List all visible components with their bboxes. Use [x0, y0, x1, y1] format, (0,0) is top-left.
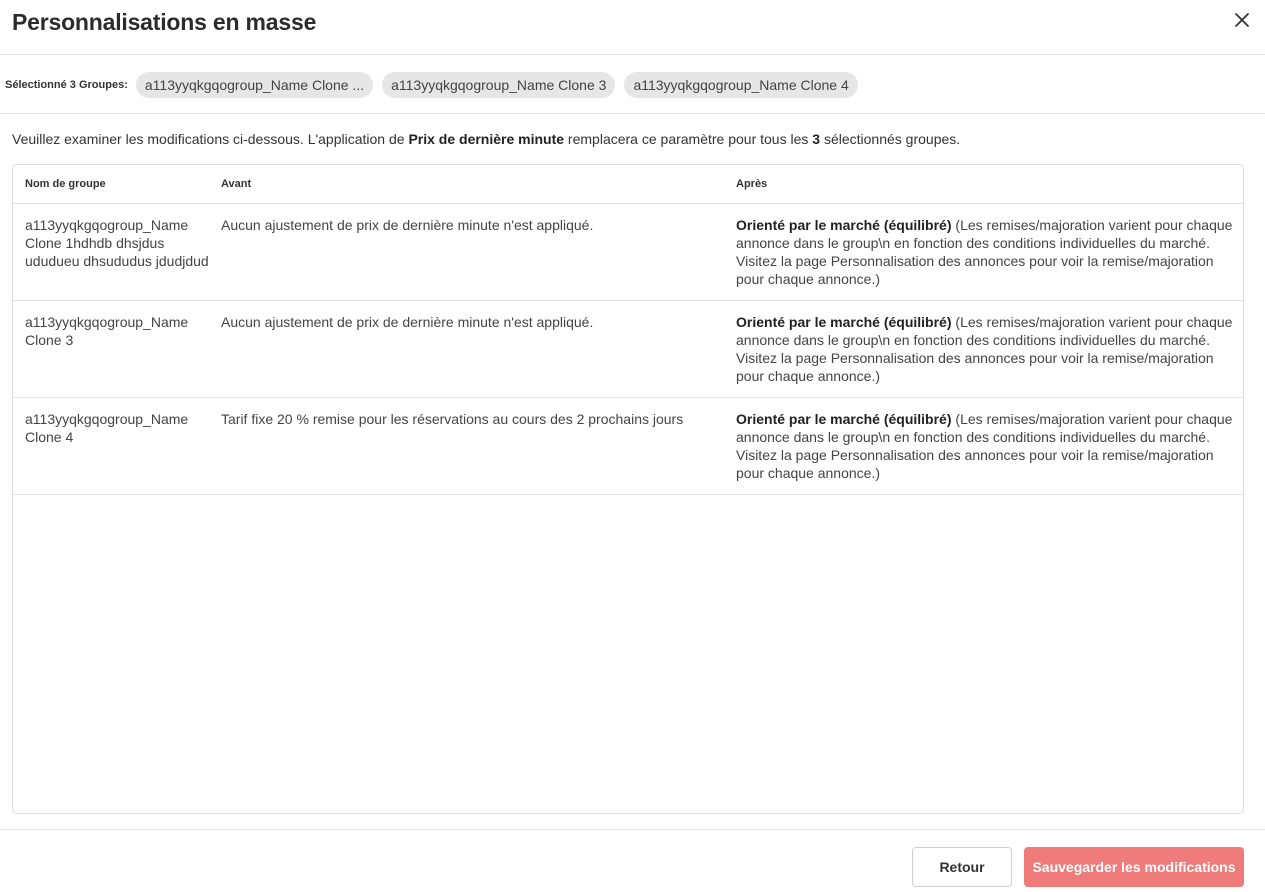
- group-name-cell: a113yyqkgqogroup_Name Clone 3: [25, 314, 189, 348]
- after-cell: Orienté par le marché (équilibré) (Les r…: [736, 411, 1233, 481]
- after-cell: Orienté par le marché (équilibré) (Les r…: [736, 314, 1233, 384]
- before-cell: Aucun ajustement de prix de dernière min…: [221, 217, 594, 233]
- before-cell: Tarif fixe 20 % remise pour les réservat…: [221, 411, 684, 427]
- column-header-after: Après: [736, 178, 768, 190]
- setting-name: Prix de dernière minute: [408, 131, 565, 147]
- table-row: a113yyqkgqogroup_Name Clone 3 Aucun ajus…: [13, 301, 1243, 398]
- group-name-cell: a113yyqkgqogroup_Name Clone 1hdhdb dhsjd…: [25, 217, 209, 269]
- table-row: a113yyqkgqogroup_Name Clone 4 Tarif fixe…: [13, 398, 1243, 495]
- column-header-group-name: Nom de groupe: [25, 178, 106, 190]
- dialog-header: Personnalisations en masse: [0, 0, 1265, 55]
- group-count: 3: [812, 131, 821, 147]
- table-header: Nom de groupe Avant Après: [13, 165, 1243, 204]
- close-icon: [1235, 13, 1249, 27]
- table-row: a113yyqkgqogroup_Name Clone 1hdhdb dhsjd…: [13, 204, 1243, 301]
- review-notice: Veuillez examiner les modifications ci-d…: [12, 131, 961, 147]
- group-name-cell: a113yyqkgqogroup_Name Clone 4: [25, 411, 189, 445]
- selected-groups-label: Sélectionné 3 Groupes:: [5, 78, 128, 91]
- dialog-footer: Retour Sauvegarder les modifications: [0, 829, 1265, 892]
- selected-groups-bar: Sélectionné 3 Groupes: a113yyqkgqogroup_…: [0, 56, 1265, 114]
- group-chip: a113yyqkgqogroup_Name Clone ...: [135, 71, 374, 98]
- after-cell: Orienté par le marché (équilibré) (Les r…: [736, 217, 1233, 287]
- back-button[interactable]: Retour: [912, 847, 1012, 887]
- group-chip: a113yyqkgqogroup_Name Clone 4: [624, 71, 858, 98]
- save-changes-button[interactable]: Sauvegarder les modifications: [1024, 847, 1244, 887]
- changes-table: Nom de groupe Avant Après a113yyqkgqogro…: [12, 164, 1244, 814]
- before-cell: Aucun ajustement de prix de dernière min…: [221, 314, 594, 330]
- close-button[interactable]: [1231, 9, 1253, 31]
- column-header-before: Avant: [221, 178, 252, 190]
- dialog-title: Personnalisations en masse: [12, 9, 317, 35]
- group-chip: a113yyqkgqogroup_Name Clone 3: [382, 71, 616, 98]
